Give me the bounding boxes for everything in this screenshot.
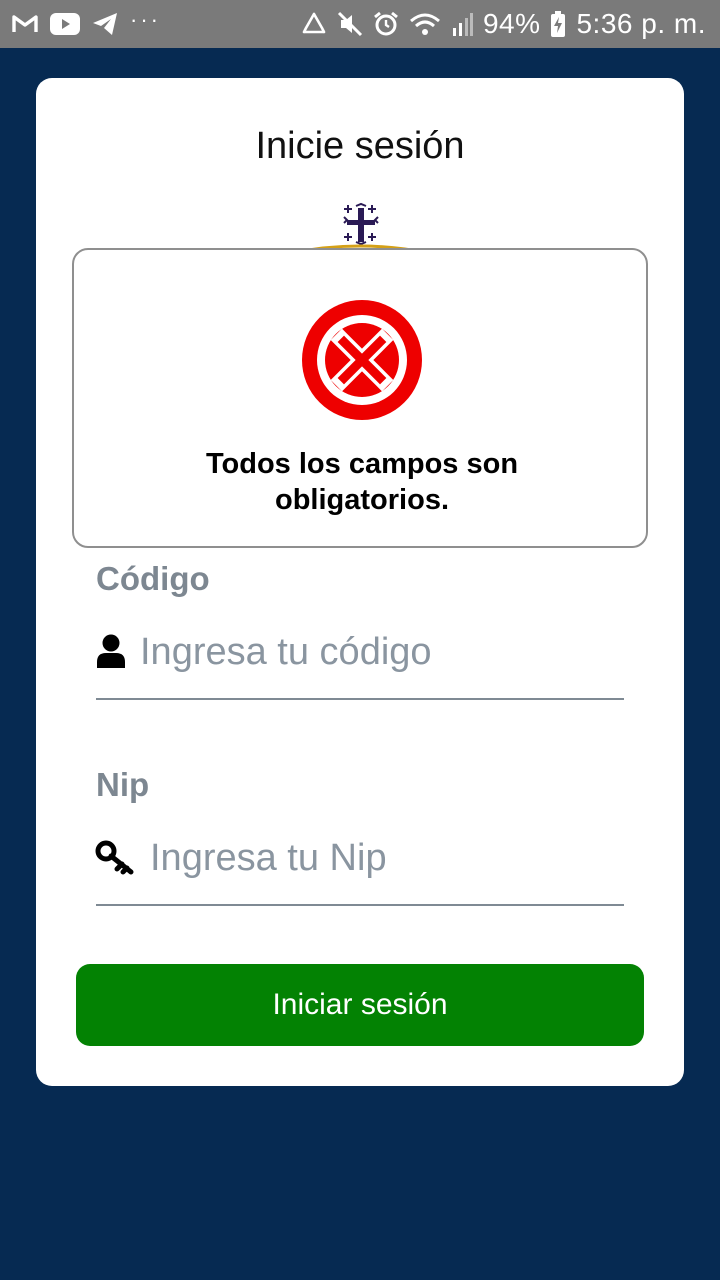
wifi-icon: [409, 13, 440, 35]
clock: 5:36 p. m.: [576, 8, 706, 39]
youtube-icon: [50, 13, 80, 35]
code-underline: [96, 698, 624, 700]
nip-underline: [96, 904, 624, 906]
status-bar-right: 94% 5:36 p. m.: [291, 8, 706, 40]
recycle-icon: [302, 12, 326, 34]
gmail-icon: [12, 15, 38, 32]
error-x-icon: [302, 300, 422, 420]
login-button[interactable]: Iniciar sesión: [76, 964, 644, 1046]
signal-icon: [452, 13, 473, 36]
nip-label: Nip: [96, 766, 150, 803]
code-label: Código: [96, 560, 210, 597]
error-message: Todos los campos son obligatorios.: [205, 448, 519, 516]
more-notifications: ···: [130, 7, 161, 32]
code-input[interactable]: [140, 626, 624, 678]
alarm-icon: [374, 11, 398, 36]
status-bar: ··· 94% 5:36 p. m.: [0, 0, 720, 48]
nip-input[interactable]: [150, 832, 624, 884]
telegram-icon: [93, 13, 117, 35]
battery-charging-icon: [551, 11, 566, 37]
battery-percent: 94%: [482, 8, 541, 39]
error-alert: Todos los campos son obligatorios.: [72, 248, 648, 548]
cross-emblem-icon: [338, 200, 384, 246]
page-title: Inicie sesión: [255, 125, 465, 167]
mute-icon: [337, 11, 362, 37]
status-bar-left: ···: [12, 7, 173, 36]
user-icon: [97, 634, 125, 668]
key-icon: [95, 840, 134, 875]
